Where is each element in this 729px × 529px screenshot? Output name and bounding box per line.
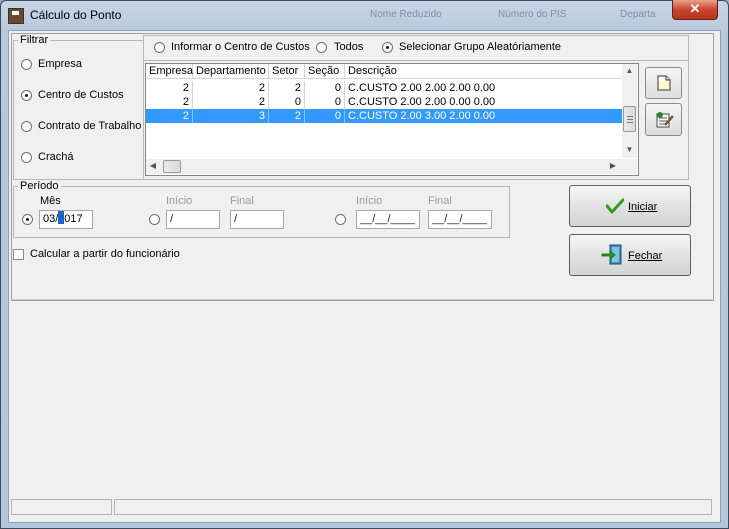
edit-list-button[interactable] [645,103,682,136]
cell-departamento: 3 [193,109,269,123]
final2-label: Final [428,195,452,207]
fechar-button[interactable]: Fechar [569,234,691,276]
periodo-group-label: Período [18,180,61,192]
window-title: Cálculo do Ponto [30,8,122,22]
inicio-label: Início [166,195,193,207]
final-input[interactable]: / [230,210,284,229]
filtrar-group-label: Filtrar [18,34,51,46]
cell-departamento: 2 [193,95,269,109]
radio-cracha[interactable] [21,152,32,163]
cell-empresa: 2 [146,109,193,123]
radio-periodo-mes[interactable] [22,214,33,225]
fechar-button-label: Fechar [628,250,663,262]
final2-input[interactable]: __/__/____ [428,210,492,229]
cell-secao: 0 [305,81,345,95]
mes-input-value-part2: 017 [64,213,83,225]
radio-empresa[interactable] [21,59,32,70]
calcular-funcionario-checkbox[interactable] [13,249,24,260]
background-title-text-3: Departa [620,9,656,20]
scroll-left-icon[interactable]: ◀ [146,159,160,174]
horizontal-scrollbar[interactable]: ◀ ▶ [146,159,622,174]
cell-setor: 0 [269,95,305,109]
final-label: Final [230,195,254,207]
radio-periodo-data[interactable] [149,214,160,225]
iniciar-button-label: Iniciar [628,201,658,213]
title-bar: Cálculo do Ponto Nome Reduzido Número do… [0,0,727,30]
status-bar-cell-2 [114,499,712,515]
radio-empresa-label[interactable]: Empresa [38,58,82,70]
cell-descricao: C.CUSTO 2.00 2.00 0.00 0.00 [348,96,496,108]
app-icon [8,8,24,24]
column-header-setor[interactable]: Setor [269,64,305,79]
check-icon [606,198,624,214]
status-bar-cell-1 [11,499,112,515]
panel-divider [11,299,712,300]
cell-empresa: 2 [146,81,193,95]
radio-todos[interactable] [316,42,327,53]
radio-todos-label[interactable]: Todos [334,41,363,53]
background-title-text-2: Número do PIS [498,9,567,20]
new-item-button[interactable] [645,67,682,99]
edit-list-icon [656,112,674,128]
vertical-scrollbar[interactable]: ▲ ▼ [622,64,637,158]
calcular-funcionario-label[interactable]: Calcular a partir do funcionário [30,248,180,260]
table-row-selected[interactable]: 2 3 2 0 C.CUSTO 2.00 3.00 2.00 0.00 [146,109,623,123]
cell-descricao: C.CUSTO 2.00 2.00 2.00 0.00 [348,82,496,94]
radio-cracha-label[interactable]: Crachá [38,151,73,163]
column-header-empresa[interactable]: Empresa [146,64,193,79]
exit-door-icon [601,244,622,265]
cell-descricao: C.CUSTO 2.00 3.00 2.00 0.00 [348,110,496,122]
scroll-right-icon[interactable]: ▶ [606,159,620,174]
table-row[interactable]: 2 2 2 0 C.CUSTO 2.00 2.00 2.00 0.00 [146,81,623,95]
table-row[interactable]: 2 2 0 0 C.CUSTO 2.00 2.00 0.00 0.00 [146,95,623,109]
new-document-icon [657,75,671,91]
column-header-secao[interactable]: Seção [305,64,345,79]
radio-informar-centro-custos-label[interactable]: Informar o Centro de Custos [171,41,310,53]
cell-secao: 0 [305,109,345,123]
scroll-up-icon[interactable]: ▲ [622,64,637,78]
inicio-input[interactable]: / [166,210,220,229]
radio-informar-centro-custos[interactable] [154,42,165,53]
cell-empresa: 2 [146,95,193,109]
close-icon: ✕ [689,1,701,16]
radio-contrato-de-trabalho[interactable] [21,121,32,132]
radio-selecionar-grupo[interactable] [382,42,393,53]
centro-custos-grid[interactable]: Empresa Departamento Setor Seção Descriç… [145,63,639,176]
column-header-descricao[interactable]: Descrição [345,64,623,79]
radio-selecionar-grupo-label[interactable]: Selecionar Grupo Aleatóriamente [399,41,561,53]
cell-setor: 2 [269,81,305,95]
radio-contrato-de-trabalho-label[interactable]: Contrato de Trabalho [38,120,141,132]
mes-label: Mês [40,195,61,207]
close-button[interactable]: ✕ [672,0,718,20]
horizontal-scroll-thumb[interactable] [163,160,181,173]
mes-input[interactable]: 03/017 [39,210,93,229]
background-title-text-1: Nome Reduzido [370,9,442,20]
vertical-scroll-thumb[interactable] [623,106,636,132]
radio-periodo-data-completa[interactable] [335,214,346,225]
cell-secao: 0 [305,95,345,109]
inicio2-input[interactable]: __/__/____ [356,210,420,229]
mes-input-value-part1: 03/ [43,213,59,225]
iniciar-button[interactable]: Iniciar [569,185,691,227]
scroll-down-icon[interactable]: ▼ [622,143,637,157]
cell-departamento: 2 [193,81,269,95]
inicio2-label: Início [356,195,383,207]
scroll-corner [622,159,637,174]
radio-centro-de-custos-label[interactable]: Centro de Custos [38,89,124,101]
column-header-departamento[interactable]: Departamento [193,64,269,79]
radio-centro-de-custos[interactable] [21,90,32,101]
cell-setor: 2 [269,109,305,123]
